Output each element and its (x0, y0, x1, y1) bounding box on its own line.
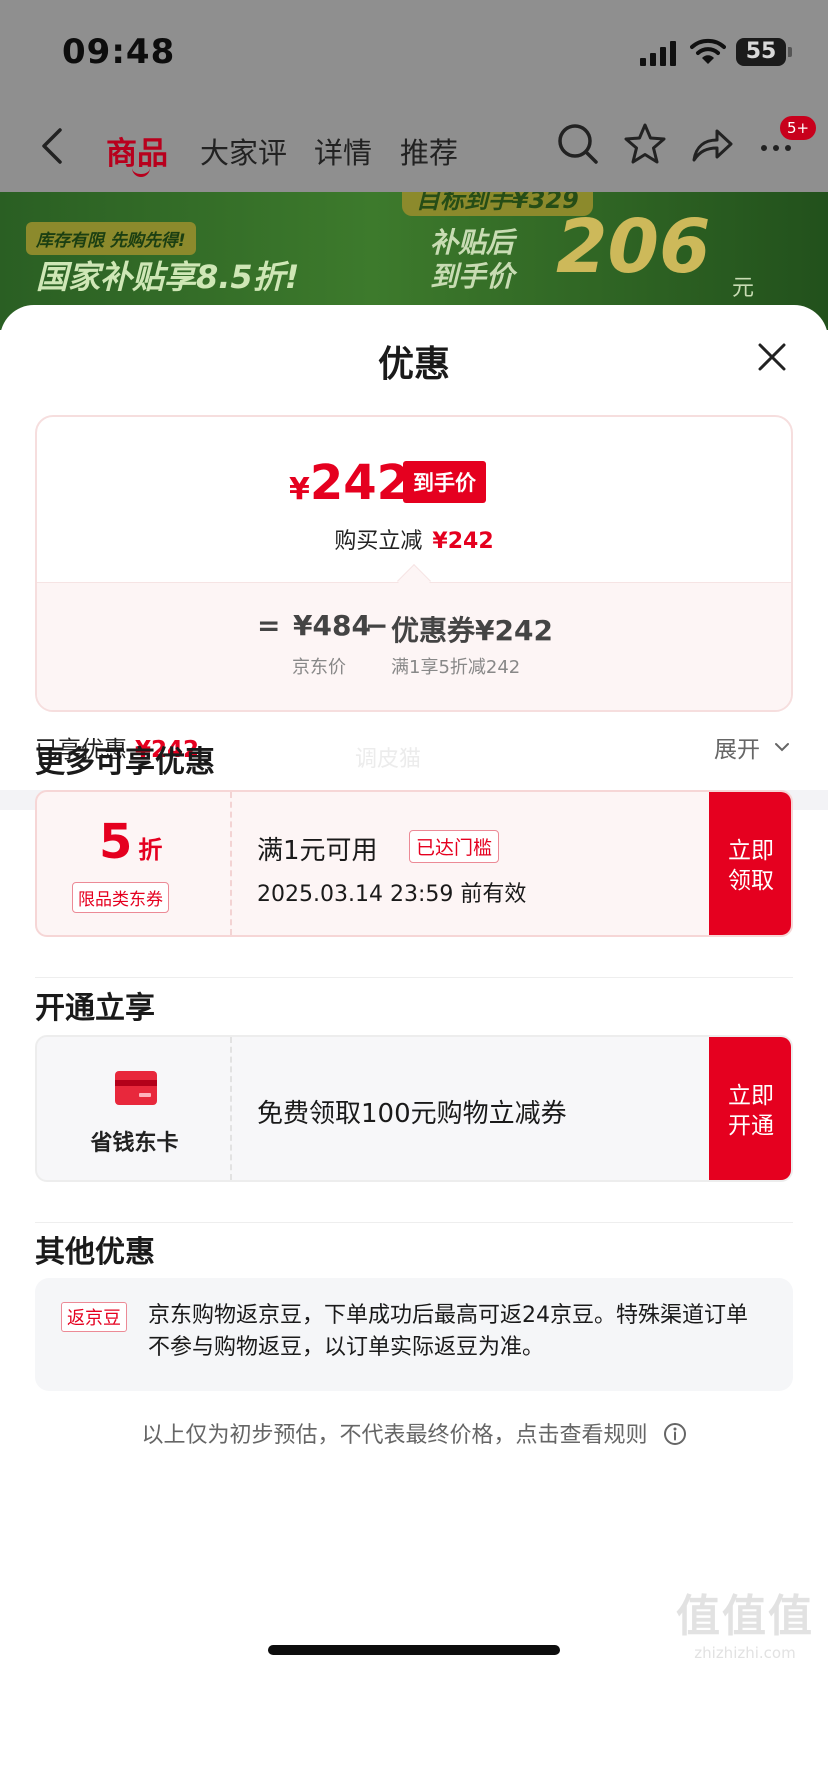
status-time: 09:48 (62, 32, 176, 72)
open-card-label: 立即开通 (728, 1082, 774, 1139)
open-benefits-title: 开通立享 (35, 991, 155, 1026)
expand-label: 展开 (714, 737, 760, 763)
money-saving-card-offer: 省钱东卡 免费领取100元购物立减券 立即开通 (35, 1035, 793, 1182)
coupon-discount-number: 5 (99, 814, 133, 870)
open-card-button[interactable]: 立即开通 (709, 1037, 791, 1180)
equals-sign: = (257, 609, 281, 642)
minus-sign: − (365, 609, 389, 642)
promo-label-line2: 到手价 (430, 260, 515, 293)
wifi-icon (690, 38, 726, 64)
battery-icon: 55 (736, 38, 786, 66)
final-price-value: 242 (309, 455, 411, 511)
site-watermark: 值值值 zhizhizhi.com (676, 1580, 814, 1662)
user-watermark: 调皮猫 (355, 747, 422, 772)
final-price-card: ¥242 到手价 购买立减 ¥242 = ¥484 − 优惠券¥242 京东价 满… (35, 415, 793, 712)
tab-reviews[interactable]: 大家评 (200, 130, 287, 172)
card-offer-left-part: 省钱东卡 (37, 1037, 232, 1180)
promo-unit: 元 (732, 276, 755, 301)
claim-coupon-label: 立即领取 (728, 837, 774, 894)
sheet-title: 优惠 (377, 344, 450, 385)
back-icon[interactable] (38, 126, 68, 166)
discount-value: ¥242 (432, 529, 494, 554)
info-icon (663, 1423, 686, 1445)
coupon-threshold-badge: 已达门槛 (409, 830, 500, 863)
battery-tip (788, 47, 792, 57)
footer-note-text: 以上仅为初步预估，不代表最终价格，点击查看规则 (141, 1423, 648, 1448)
coupon-left-part: 5折 限品类东券 (37, 792, 232, 935)
tab-product[interactable]: 商品 (106, 128, 168, 173)
share-icon[interactable] (690, 122, 734, 166)
promo-label-line1: 补贴后 (430, 226, 515, 259)
promo-subsidy-text: 国家补贴享8.5折! (36, 258, 300, 296)
battery-level: 55 (745, 39, 777, 64)
jd-price-label: 京东价 (292, 657, 346, 678)
discount-label: 购买立减 (334, 529, 423, 554)
divider (35, 977, 793, 978)
discount-sheet: 优惠 ¥242 到手价 购买立减 ¥242 = ¥484 − 优惠券¥242 京东… (0, 305, 828, 1792)
final-price-tag: 到手价 (403, 461, 486, 503)
status-bar: 09:48 55 (0, 0, 828, 100)
coupon-deduction: 优惠券¥242 (391, 614, 553, 647)
active-tab-indicator (132, 168, 150, 177)
price-rule-link[interactable]: 以上仅为初步预估，不代表最终价格，点击查看规则 (0, 1417, 828, 1449)
discount-line: 购买立减 ¥242 (37, 523, 791, 555)
tab-details[interactable]: 详情 (314, 130, 372, 172)
claim-coupon-button[interactable]: 立即领取 (709, 792, 791, 935)
promo-price: 206 (556, 204, 711, 290)
search-icon[interactable] (556, 122, 600, 166)
home-indicator[interactable] (268, 1645, 560, 1655)
chevron-down-icon (775, 743, 790, 752)
currency-symbol: ¥ (289, 472, 310, 507)
promo-price-label: 补贴后 到手价 (430, 226, 514, 294)
site-watermark-url: zhizhizhi.com (694, 1644, 796, 1662)
jd-bean-offer: 返京豆 京东购物返京豆，下单成功后最高可返24京豆。特殊渠道订单不参与购物返豆，… (35, 1278, 793, 1391)
promo-stock-tag: 库存有限 先购先得! (26, 222, 196, 255)
bean-tag: 返京豆 (61, 1302, 127, 1332)
bean-text: 京东购物返京豆，下单成功后最高可返24京豆。特殊渠道订单不参与购物返豆，以订单实… (148, 1303, 748, 1360)
coupon-card: 5折 限品类东券 满1元可用 已达门槛 2025.03.14 23:59 前有效… (35, 790, 793, 937)
star-icon[interactable] (623, 122, 667, 166)
final-price: ¥242 (289, 455, 410, 511)
more-badge: 5+ (778, 114, 819, 142)
coupon-type: 限品类东券 (72, 882, 169, 913)
more-offers-title: 更多可享优惠 (35, 745, 215, 780)
credit-card-icon (115, 1071, 157, 1105)
tab-recommend[interactable]: 推荐 (400, 130, 458, 172)
coupon-condition: 满1元可用 (257, 836, 378, 866)
coupon-expiry: 2025.03.14 23:59 前有效 (257, 882, 527, 907)
jd-price-value: ¥484 (293, 609, 371, 642)
coupon-rule: 满1享5折减242 (391, 657, 521, 678)
background-page: 09:48 55 商品 大家评 详情 推荐 5+ 库存有限 先购先得! 国家补贴… (0, 0, 828, 330)
coupon-discount-unit: 折 (138, 836, 163, 864)
card-name: 省钱东卡 (90, 1131, 179, 1156)
divider (35, 1222, 793, 1223)
close-icon[interactable] (756, 341, 788, 373)
signal-icon (640, 41, 676, 66)
expand-button[interactable]: 展开 (714, 730, 790, 764)
product-nav-bar: 商品 大家评 详情 推荐 5+ (0, 100, 828, 192)
site-watermark-logo: 值值值 (676, 1591, 814, 1642)
coupon-discount: 5折 (99, 814, 162, 870)
other-offers-title: 其他优惠 (35, 1235, 155, 1270)
card-offer-description: 免费领取100元购物立减券 (257, 1099, 567, 1129)
